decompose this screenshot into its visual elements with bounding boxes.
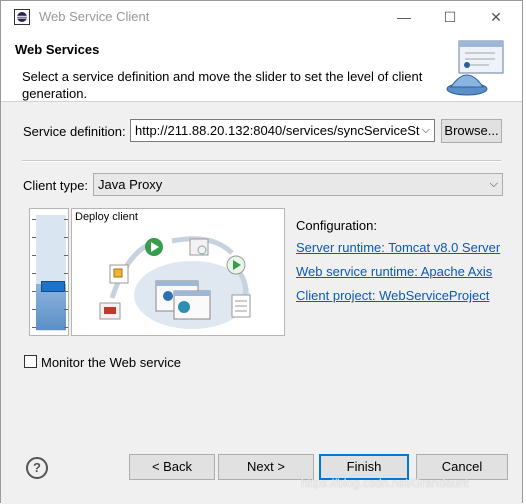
web-service-runtime-link[interactable]: Web service runtime: Apache Axis [296,264,492,279]
page-title: Web Services [15,42,100,57]
service-definition-label: Service definition: [23,124,126,139]
client-type-value: Java Proxy [98,177,163,192]
wizard-banner-icon [446,40,504,96]
client-type-combo[interactable]: Java Proxy ⌵ [93,173,503,196]
slider-tick [32,291,36,292]
slider-tick [64,219,68,220]
monitor-checkbox[interactable] [24,355,37,368]
slider-tick [32,273,36,274]
configuration-heading: Configuration: [296,218,377,233]
slider-tick [64,327,68,328]
client-project-link[interactable]: Client project: WebServiceProject [296,288,489,303]
wizard-header: Web Services Select a service definition… [1,33,522,102]
slider-tick [32,219,36,220]
title-bar: Web Service Client — ☐ ✕ [1,1,522,33]
wizard-content: Service definition: http://211.88.20.132… [1,102,522,444]
service-definition-combo[interactable]: http://211.88.20.132:8040/services/syncS… [130,119,435,142]
slider-tick [64,273,68,274]
slider-tick [64,237,68,238]
chevron-down-icon: ⌵ [421,124,430,136]
close-button[interactable]: ✕ [473,1,519,33]
watermark-text: https://blog.csdn.net/Grandaunt [301,476,469,490]
slider-tick [64,309,68,310]
maximize-button[interactable]: ☐ [427,1,473,33]
slider-tick [32,327,36,328]
deployment-illustration [99,236,251,329]
server-runtime-link[interactable]: Server runtime: Tomcat v8.0 Server [296,240,500,255]
generation-level-slider[interactable] [29,208,69,336]
chevron-down-icon: ⌵ [489,178,498,190]
separator [22,160,501,162]
monitor-label: Monitor the Web service [41,355,181,370]
slider-thumb[interactable] [41,281,65,292]
diagram-caption: Deploy client [75,211,138,223]
client-type-label: Client type: [23,178,89,193]
wizard-dialog: Web Service Client — ☐ ✕ Web Services Se… [0,0,523,504]
slider-tick [32,237,36,238]
deploy-diagram: Deploy client [71,208,285,336]
browse-button[interactable]: Browse... [441,119,502,143]
window-title: Web Service Client [39,9,150,24]
help-icon[interactable]: ? [26,457,48,479]
slider-tick [32,309,36,310]
back-button[interactable]: < Back [129,454,215,480]
eclipse-app-icon [14,9,30,25]
slider-tick [32,255,36,256]
page-description: Select a service definition and move the… [22,69,423,101]
slider-tick [64,255,68,256]
minimize-button[interactable]: — [381,1,427,33]
wizard-footer: ? < Back Next > Finish Cancel https://bl… [1,444,522,504]
next-button[interactable]: Next > [218,454,314,480]
slider-tick [64,291,68,292]
service-definition-value: http://211.88.20.132:8040/services/syncS… [135,123,420,138]
